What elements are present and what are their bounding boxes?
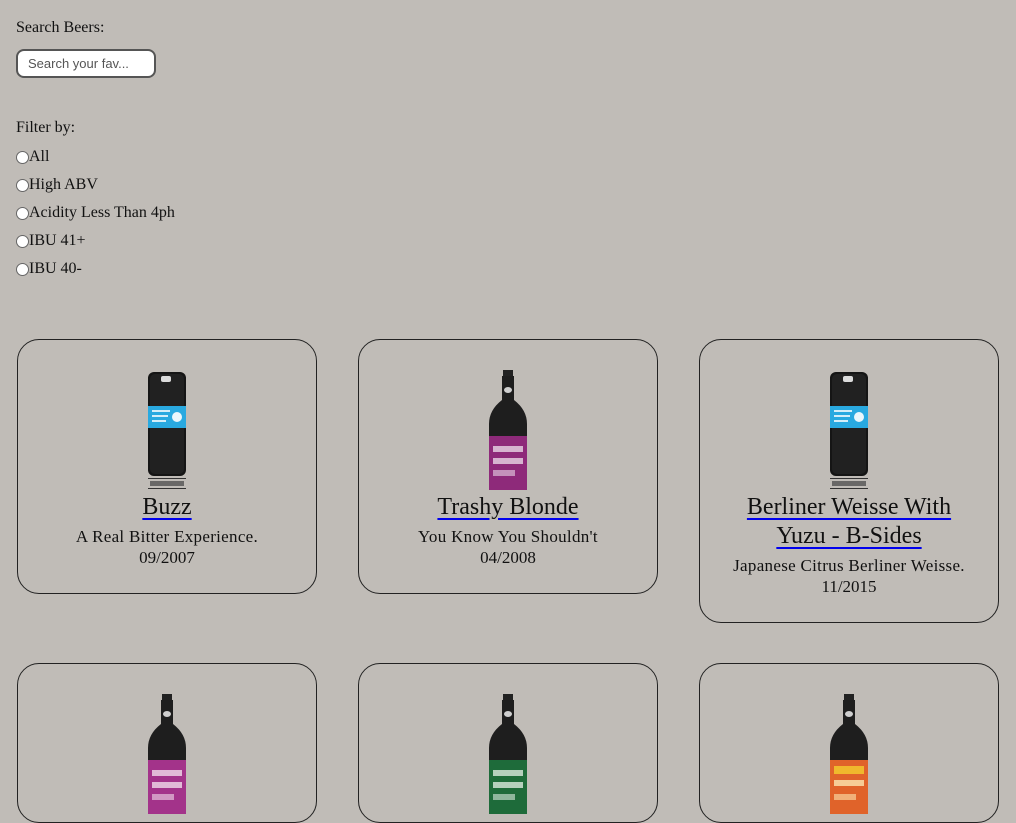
bottle-icon: [700, 694, 998, 814]
filter-label: Filter by:: [16, 119, 76, 136]
filter-option-label: IBU 41+: [29, 232, 86, 249]
filter-option-label: All: [29, 148, 50, 165]
beer-first-brewed: 09/2007: [139, 548, 195, 567]
filter-option-all[interactable]: All: [16, 147, 49, 167]
filter-option-high-abv[interactable]: High ABV: [16, 175, 98, 195]
filter-radio-high-abv[interactable]: [16, 178, 29, 192]
filter-radio-ibu-high[interactable]: [16, 234, 29, 248]
beer-name-link[interactable]: Berliner Weisse With Yuzu - B-Sides: [700, 493, 998, 551]
beer-card: [358, 663, 658, 823]
filter-radio-acidity[interactable]: [16, 206, 29, 220]
beer-card: Berliner Weisse With Yuzu - B-Sides Japa…: [699, 339, 999, 623]
beer-card: [699, 663, 999, 823]
filter-option-label: IBU 40-: [29, 260, 82, 277]
beer-tagline: You Know You Shouldn't: [418, 527, 598, 546]
keg-icon: [18, 370, 316, 490]
beer-first-brewed: 11/2015: [821, 577, 877, 596]
beer-tagline: Japanese Citrus Berliner Weisse.: [733, 556, 965, 575]
filter-option-label: Acidity Less Than 4ph: [29, 204, 175, 221]
beer-card: Buzz A Real Bitter Experience. 09/2007: [17, 339, 317, 594]
filter-option-ibu-high[interactable]: IBU 41+: [16, 231, 86, 251]
beer-first-brewed: 04/2008: [480, 548, 536, 567]
beer-card: Trashy Blonde You Know You Shouldn't 04/…: [358, 339, 658, 594]
keg-icon: [700, 370, 998, 490]
beer-name-link[interactable]: Trashy Blonde: [359, 493, 657, 522]
filter-option-ibu-low[interactable]: IBU 40-: [16, 259, 82, 279]
bottle-icon: [359, 694, 657, 814]
beer-card: [17, 663, 317, 823]
beer-tagline: A Real Bitter Experience.: [75, 527, 259, 546]
filter-option-label: High ABV: [29, 176, 98, 193]
bottle-icon: [359, 370, 657, 490]
beer-name-link[interactable]: Buzz: [18, 493, 316, 522]
search-label: Search Beers:: [16, 19, 105, 36]
filter-radio-ibu-low[interactable]: [16, 262, 29, 276]
filter-radio-all[interactable]: [16, 150, 29, 164]
filter-option-acidity[interactable]: Acidity Less Than 4ph: [16, 203, 175, 223]
search-input[interactable]: [16, 49, 156, 78]
bottle-icon: [18, 694, 316, 814]
